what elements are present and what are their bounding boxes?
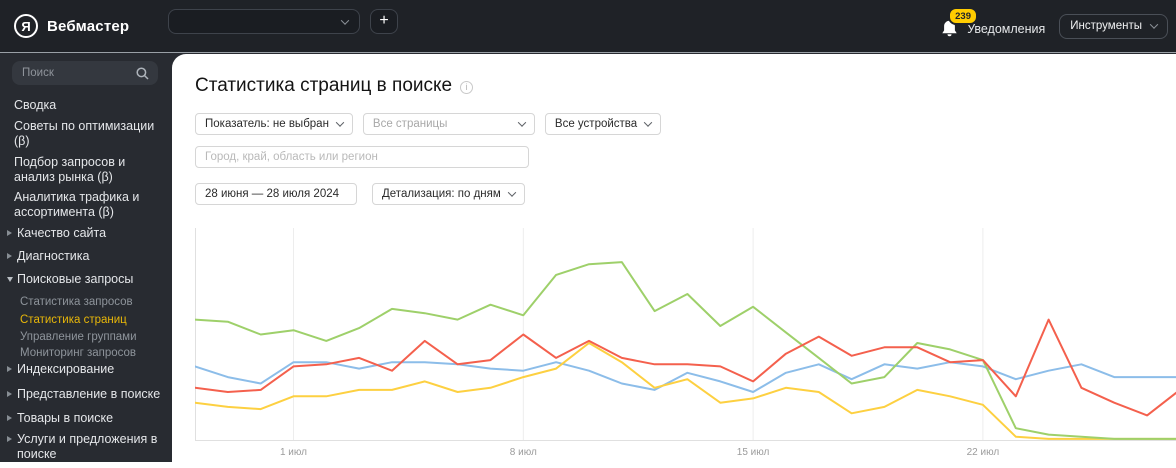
site-selector-dropdown[interactable] <box>168 9 360 34</box>
chevron-right-icon <box>7 415 12 421</box>
sidebar-item-diagnostika[interactable]: Диагностика <box>7 249 162 264</box>
search-icon <box>136 66 149 80</box>
detail-select-label: Детализация: по дням <box>382 188 501 200</box>
sidebar-subitem-statistika-stranic-active[interactable]: Статистика страниц <box>20 314 160 327</box>
sidebar-item-label: Представление в поиске <box>17 387 161 401</box>
sidebar-item-sovety[interactable]: Советы по оптимизации (β) <box>14 119 162 149</box>
tools-label: Инструменты <box>1070 20 1142 32</box>
sidebar: Сводка Советы по оптимизации (β) Подбор … <box>0 53 172 462</box>
devices-select-button[interactable]: Все устройства <box>544 113 662 135</box>
yandex-webmaster-logo[interactable]: Я Вебмастер <box>14 14 129 38</box>
pages-combobox-placeholder: Все страницы <box>372 118 448 130</box>
sidebar-item-kachestvo[interactable]: Качество сайта <box>7 226 162 241</box>
date-row: 28 июня — 28 июля 2024 Детализация: по д… <box>195 183 525 205</box>
chart-line-yellow <box>195 342 1176 440</box>
sidebar-search[interactable] <box>12 61 158 85</box>
main-content-card: Статистика страниц в поиске i Показатель… <box>172 54 1176 468</box>
filters-row: Показатель: не выбран Все страницы Все у… <box>195 113 662 135</box>
sidebar-item-label: Индексирование <box>17 362 115 376</box>
chevron-right-icon <box>7 366 12 372</box>
devices-select-label: Все устройства <box>554 118 638 130</box>
topbar: Я Вебмастер + 239 Уведомления Инструмент… <box>0 0 1176 53</box>
chevron-down-icon <box>335 118 345 127</box>
notifications-count-badge: 239 <box>948 7 978 25</box>
x-axis-tick-label: 1 июл <box>280 447 307 458</box>
notifications-label: Уведомления <box>967 22 1046 36</box>
chevron-down-icon <box>517 118 527 127</box>
sidebar-item-predstavlenie[interactable]: Представление в поиске <box>7 387 162 402</box>
chart-svg: 1 июл 8 июл 15 июл 22 июл <box>195 228 1176 458</box>
sidebar-subitem-upravlenie-gruppami[interactable]: Управление группами <box>20 331 160 344</box>
pages-combobox[interactable]: Все страницы <box>362 113 535 135</box>
tools-dropdown-button[interactable]: Инструменты <box>1059 13 1168 39</box>
x-axis-tick-label: 8 июл <box>510 447 537 458</box>
sidebar-item-label: Товары в поиске <box>17 411 114 425</box>
chevron-down-icon <box>1149 20 1159 29</box>
detail-select-button[interactable]: Детализация: по дням <box>372 183 525 205</box>
chart-line-green <box>195 261 1176 440</box>
sidebar-item-label: Подбор запросов и анализ рынка (β) <box>14 155 126 184</box>
line-chart: 1 июл 8 июл 15 июл 22 июл <box>195 228 1176 463</box>
search-input[interactable] <box>12 67 136 79</box>
sidebar-subitem-statistika-zaprosov[interactable]: Статистика запросов <box>20 296 160 309</box>
date-range-picker[interactable]: 28 июня — 28 июля 2024 <box>195 183 357 205</box>
title-row: Статистика страниц в поиске i <box>195 75 474 97</box>
yandex-logo-icon: Я <box>14 14 38 38</box>
topbar-right: 239 Уведомления Инструменты <box>940 7 1168 39</box>
sidebar-item-tovary[interactable]: Товары в поиске <box>7 411 162 426</box>
x-axis-tick-label: 22 июл <box>967 447 1000 458</box>
page-title: Статистика страниц в поиске <box>195 75 453 96</box>
sidebar-item-label: Качество сайта <box>17 226 107 240</box>
sidebar-item-label: Поисковые запросы <box>17 272 134 286</box>
sidebar-subitem-monitoring-zaprosov[interactable]: Мониторинг запросов <box>20 347 160 360</box>
sidebar-item-label: Советы по оптимизации (β) <box>14 119 155 148</box>
chevron-right-icon <box>7 230 12 236</box>
chevron-down-icon <box>340 15 350 25</box>
chevron-right-icon <box>7 436 12 442</box>
sidebar-item-uslugi[interactable]: Услуги и предложения в поиске <box>7 432 162 462</box>
sidebar-item-label: Диагностика <box>17 249 90 263</box>
sidebar-item-label: Аналитика трафика и ассортимента (β) <box>14 190 140 219</box>
info-icon[interactable]: i <box>460 81 474 94</box>
chevron-right-icon <box>7 391 12 397</box>
region-input[interactable] <box>195 146 529 168</box>
x-axis-tick-label: 15 июл <box>737 447 770 458</box>
chevron-right-icon <box>7 253 12 259</box>
sidebar-item-analitika[interactable]: Аналитика трафика и ассортимента (β) <box>14 190 162 220</box>
sidebar-item-indeksirovanie[interactable]: Индексирование <box>7 362 162 377</box>
metric-select-label: Показатель: не выбран <box>205 118 329 130</box>
chevron-down-icon <box>643 118 653 127</box>
brand-title: Вебмастер <box>47 17 130 35</box>
chevron-down-icon <box>507 188 517 197</box>
metric-select-button[interactable]: Показатель: не выбран <box>195 113 353 135</box>
date-range-value: 28 июня — 28 июля 2024 <box>205 188 340 200</box>
add-site-button[interactable]: + <box>370 9 398 34</box>
sidebar-item-podbor[interactable]: Подбор запросов и анализ рынка (β) <box>14 155 162 185</box>
sidebar-item-label: Сводка <box>14 98 57 112</box>
notifications-button[interactable]: 239 Уведомления <box>940 7 1046 39</box>
chevron-down-icon <box>7 277 13 282</box>
sidebar-item-svodka[interactable]: Сводка <box>14 98 162 113</box>
sidebar-item-label: Услуги и предложения в поиске <box>17 432 158 461</box>
sidebar-item-poiskovye-zaprosy[interactable]: Поисковые запросы <box>7 272 162 287</box>
